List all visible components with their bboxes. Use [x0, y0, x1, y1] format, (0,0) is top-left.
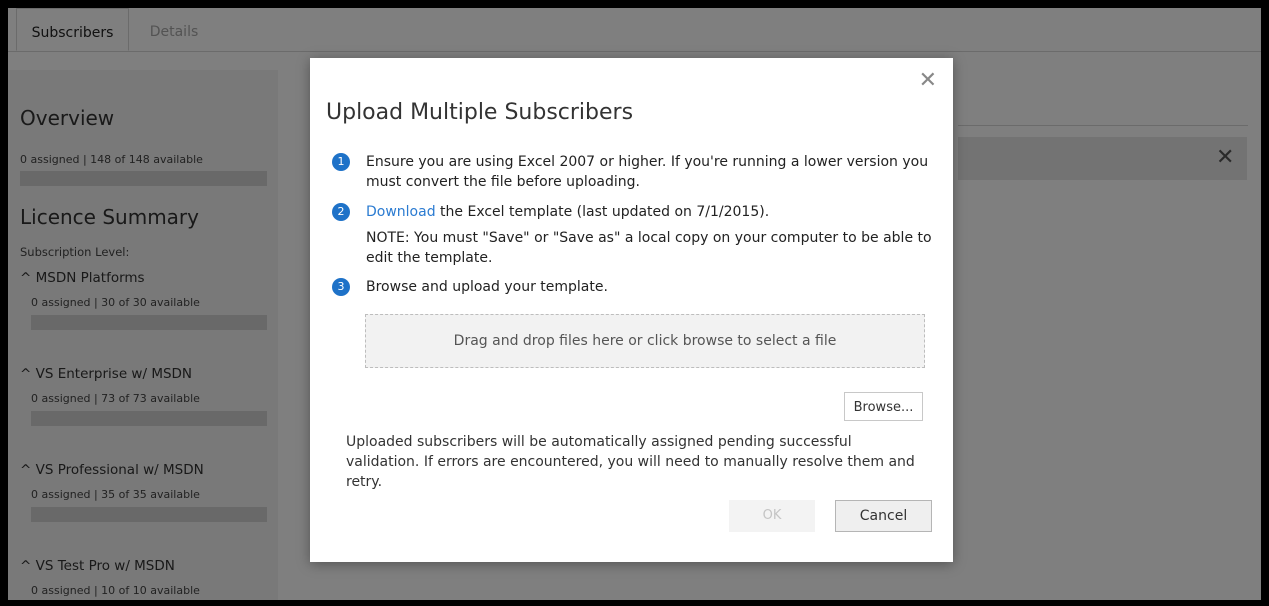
app-window: Subscribers Details Overview 0 assigned … [8, 8, 1261, 600]
browse-button[interactable]: Browse... [844, 392, 923, 421]
step-2: 2 Download the Excel template (last upda… [332, 202, 932, 268]
file-dropzone[interactable]: Drag and drop files here or click browse… [365, 314, 925, 368]
download-template-link[interactable]: Download [366, 204, 436, 220]
step-number-badge: 2 [332, 203, 350, 221]
close-icon[interactable]: ✕ [919, 68, 937, 93]
step-number-badge: 1 [332, 153, 350, 171]
step-text: Ensure you are using Excel 2007 or highe… [366, 154, 929, 190]
step-1: 1 Ensure you are using Excel 2007 or hig… [332, 152, 932, 192]
upload-subscribers-dialog: ✕ Upload Multiple Subscribers 1 Ensure y… [310, 58, 953, 562]
dialog-title: Upload Multiple Subscribers [326, 100, 634, 125]
step-number-badge: 3 [332, 278, 350, 296]
step-text-rest: the Excel template (last updated on 7/1/… [435, 204, 770, 220]
step-note: NOTE: You must "Save" or "Save as" a loc… [366, 230, 932, 266]
step-text: Download the Excel template (last update… [366, 202, 932, 222]
validation-info-text: Uploaded subscribers will be automatical… [346, 434, 915, 490]
cancel-button[interactable]: Cancel [835, 500, 932, 532]
ok-button[interactable]: OK [729, 500, 815, 532]
step-3: 3 Browse and upload your template. [332, 277, 932, 297]
step-text: Browse and upload your template. [366, 279, 608, 295]
